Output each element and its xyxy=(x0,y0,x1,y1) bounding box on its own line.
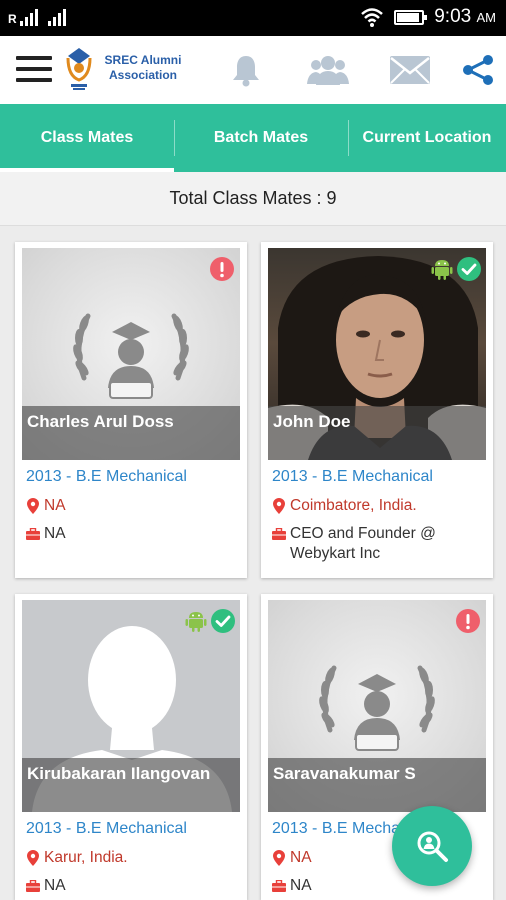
tab-label: Current Location xyxy=(362,129,492,146)
group-icon[interactable] xyxy=(306,50,350,90)
clock: 9:03 AM xyxy=(434,6,496,27)
work-row: NA xyxy=(26,524,240,544)
work-text: NA xyxy=(290,877,312,894)
silhouette-placeholder-image: Kirubakaran Ilangovan xyxy=(22,600,240,812)
search-alumni-button[interactable] xyxy=(392,806,472,886)
briefcase-icon xyxy=(272,876,286,896)
location-text: Coimbatore, India. xyxy=(290,497,417,514)
location-pin-icon xyxy=(272,496,286,516)
tab-batch-mates[interactable]: Batch Mates xyxy=(174,104,348,172)
name-overlay: Charles Arul Doss xyxy=(22,406,240,460)
work-row: NA xyxy=(26,876,240,896)
signal-indicators: R xyxy=(8,8,66,26)
tab-label: Class Mates xyxy=(40,129,134,146)
tab-divider xyxy=(348,120,349,156)
name-overlay: John Doe xyxy=(268,406,486,460)
location-row: Coimbatore, India. xyxy=(272,496,486,516)
graduate-placeholder-image: Saravanakumar S xyxy=(268,600,486,812)
alumni-name: John Doe xyxy=(273,412,351,431)
battery-icon xyxy=(394,9,428,25)
android-icon xyxy=(185,612,207,632)
location-pin-icon xyxy=(272,848,286,868)
check-icon xyxy=(211,609,235,633)
share-icon[interactable] xyxy=(456,50,500,90)
tab-current-location[interactable]: Current Location xyxy=(348,104,506,172)
location-text: NA xyxy=(290,849,312,866)
alumni-name: Charles Arul Doss xyxy=(27,412,174,431)
work-text: NA xyxy=(44,525,66,542)
location-text: Karur, India. xyxy=(44,849,128,866)
tab-bar: Class Mates Batch Mates Current Location xyxy=(0,104,506,172)
alumni-card[interactable]: Charles Arul Doss 2013 - B.E Mechanical … xyxy=(15,242,247,578)
alert-icon xyxy=(210,257,234,281)
briefcase-icon xyxy=(272,524,286,544)
check-icon xyxy=(457,257,481,281)
total-count: Total Class Mates : 9 xyxy=(0,172,506,226)
name-overlay: Kirubakaran Ilangovan xyxy=(22,758,240,812)
tab-label: Batch Mates xyxy=(213,129,309,146)
briefcase-icon xyxy=(26,524,40,544)
search-person-icon xyxy=(417,831,448,862)
app-bar: SREC Alumni Association xyxy=(0,36,506,104)
profile-photo: John Doe xyxy=(268,248,486,460)
wifi-icon xyxy=(361,8,384,27)
name-overlay: Saravanakumar S xyxy=(268,758,486,812)
alumni-card[interactable]: John Doe 2013 - B.E Mechanical Coimbator… xyxy=(261,242,493,578)
alert-icon xyxy=(456,609,480,633)
work-row: CEO and Founder @ Webykart Inc xyxy=(272,524,486,564)
batch-link[interactable]: 2013 - B.E Mechanical xyxy=(26,820,187,838)
alumni-card[interactable]: Kirubakaran Ilangovan 2013 - B.E Mechani… xyxy=(15,594,247,900)
bell-icon[interactable] xyxy=(224,50,268,90)
sim2-signal-icon xyxy=(47,8,66,26)
location-text: NA xyxy=(44,497,66,514)
location-row: NA xyxy=(26,496,240,516)
alumni-name: Saravanakumar S xyxy=(273,764,416,783)
srec-logo-icon xyxy=(66,48,92,90)
tab-class-mates[interactable]: Class Mates xyxy=(0,104,174,172)
batch-link[interactable]: 2013 - B.E Mechanical xyxy=(26,468,187,486)
brand-name: SREC Alumni Association xyxy=(104,53,182,82)
graduate-placeholder-image: Charles Arul Doss xyxy=(22,248,240,460)
mail-icon[interactable] xyxy=(388,50,432,90)
location-pin-icon xyxy=(26,848,40,868)
batch-link[interactable]: 2013 - B.E Mechanical xyxy=(272,468,433,486)
tab-divider xyxy=(174,120,175,156)
briefcase-icon xyxy=(26,876,40,896)
status-bar: R 9:03 AM xyxy=(0,0,506,36)
location-row: Karur, India. xyxy=(26,848,240,868)
android-icon xyxy=(431,260,453,280)
work-text: CEO and Founder @ Webykart Inc xyxy=(290,525,436,562)
alumni-name: Kirubakaran Ilangovan xyxy=(27,764,211,783)
menu-icon[interactable] xyxy=(16,56,52,82)
location-pin-icon xyxy=(26,496,40,516)
sim1-signal-icon: R xyxy=(8,8,38,26)
work-text: NA xyxy=(44,877,66,894)
